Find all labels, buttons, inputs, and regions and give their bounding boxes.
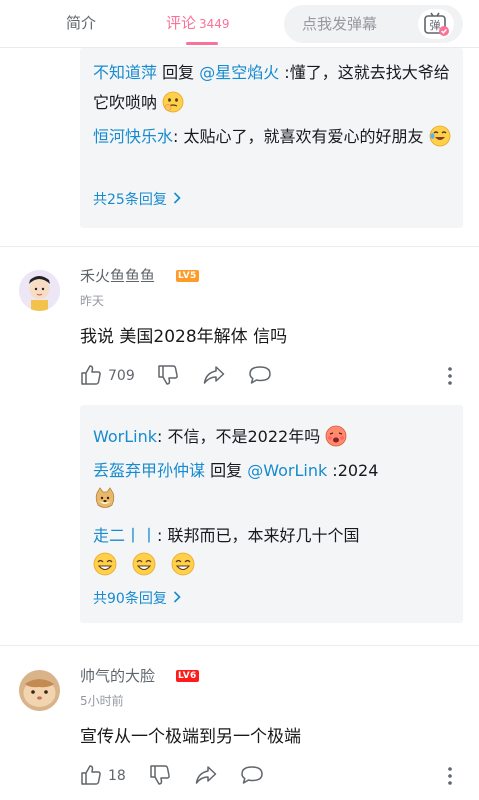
laughing-tears-emoji-icon <box>429 125 450 147</box>
chevron-right-icon <box>173 591 181 603</box>
reply-verb: 回复 <box>157 63 200 82</box>
tab-comments-label: 评论 <box>166 14 197 32</box>
reply-box: WorLink: 不信，不是2022年吗 丢盔弃甲孙仲谋 回复 @WorLink… <box>80 405 463 623</box>
like-count: 709 <box>108 368 135 384</box>
reply-item[interactable]: 恒河快乐水: 太贴心了，就喜欢有爱心的好朋友 <box>93 122 455 152</box>
smiling-emoji-group <box>93 552 195 576</box>
top-tab-bar: 简介 评论 3449 点我发弹幕 弹 <box>0 0 479 48</box>
level-badge: LV6 <box>176 670 199 682</box>
avatar[interactable] <box>19 270 60 311</box>
reply-mention[interactable]: @WorLink <box>247 461 327 480</box>
reply-comment-icon[interactable] <box>240 765 264 785</box>
dislike-icon[interactable] <box>157 364 179 386</box>
danmaku-toggle-button[interactable]: 弹 <box>418 9 454 39</box>
dislike-icon[interactable] <box>149 764 171 786</box>
level-badge-text: LV5 <box>178 271 197 281</box>
reply-item[interactable]: 不知道萍 回复 @星空焰火 :懂了，这就去找大爷给它吹唢呐 <box>93 58 455 118</box>
reply-text: :2024 <box>327 461 379 480</box>
danmaku-toggle-icon: 弹 <box>424 12 449 36</box>
level-badge: LV5 <box>176 270 199 282</box>
comment-time: 5小时前 <box>80 694 124 708</box>
chevron-right-icon <box>173 192 181 204</box>
reply-text: : 太贴心了，就喜欢有爱心的好朋友 <box>173 127 424 146</box>
avatar-image <box>19 270 60 311</box>
comment-time: 昨天 <box>80 294 105 308</box>
active-tab-indicator <box>186 42 218 45</box>
comment-username[interactable]: 禾火鱼鱼鱼 <box>80 266 155 286</box>
reply-username[interactable]: WorLink <box>93 427 157 446</box>
like-icon[interactable] <box>80 364 102 386</box>
reply-text: : 联邦而已，本来好几十个国 <box>157 526 360 545</box>
smiling-emoji-icon <box>93 552 117 576</box>
tab-comments[interactable]: 评论 3449 <box>166 0 230 48</box>
view-more-replies-link[interactable]: 共25条回复 <box>93 190 181 210</box>
reply-username[interactable]: 不知道萍 <box>93 63 157 82</box>
tab-comments-count: 3449 <box>199 17 230 31</box>
danmaku-toggle-glyph: 弹 <box>430 18 441 32</box>
reply-username[interactable]: 恒河快乐水 <box>93 127 173 146</box>
like-icon[interactable] <box>80 764 102 786</box>
more-replies-label: 共25条回复 <box>93 192 167 208</box>
tab-intro[interactable]: 简介 <box>66 0 96 48</box>
comment-username[interactable]: 帅气的大脸 <box>80 666 155 686</box>
avatar-image <box>19 670 60 711</box>
reply-username[interactable]: 走二丨丨 <box>93 526 157 545</box>
more-options-icon[interactable] <box>446 366 454 386</box>
reply-mention[interactable]: @星空焰火 <box>199 63 279 82</box>
view-more-replies-link[interactable]: 共90条回复 <box>93 589 181 609</box>
reply-comment-icon[interactable] <box>248 365 272 385</box>
danmaku-placeholder: 点我发弹幕 <box>302 15 378 33</box>
reply-verb: 回复 <box>205 461 248 480</box>
smiling-emoji-icon <box>171 552 195 576</box>
reply-box: 不知道萍 回复 @星空焰火 :懂了，这就去找大爷给它吹唢呐 恒河快乐水: 太贴心… <box>80 48 463 228</box>
divider <box>0 246 479 247</box>
reply-item[interactable]: 丢盔弃甲孙仲谋 回复 @WorLink :2024 <box>93 456 455 516</box>
like-count: 18 <box>108 768 126 784</box>
share-icon[interactable] <box>203 365 225 385</box>
thinking-emoji-icon <box>162 91 184 113</box>
more-replies-label: 共90条回复 <box>93 591 167 607</box>
reply-item[interactable]: WorLink: 不信，不是2022年吗 <box>93 422 455 452</box>
danmaku-input[interactable]: 点我发弹幕 弹 <box>284 5 463 43</box>
smiling-emoji-icon <box>132 552 156 576</box>
share-icon[interactable] <box>195 765 217 785</box>
comment-text: 宣传从一个极端到另一个极端 <box>80 727 301 747</box>
avatar[interactable] <box>19 670 60 711</box>
reply-username[interactable]: 丢盔弃甲孙仲谋 <box>93 461 205 480</box>
doge-emoji-icon <box>95 487 115 508</box>
more-options-icon[interactable] <box>446 766 454 786</box>
level-badge-text: LV6 <box>178 671 197 681</box>
divider <box>0 645 479 646</box>
blushing-emoji-icon <box>325 425 347 447</box>
comment-text: 我说 美国2028年解体 信吗 <box>80 327 288 347</box>
reply-item[interactable]: 走二丨丨: 联邦而已，本来好几十个国 <box>93 521 455 581</box>
reply-text: : 不信，不是2022年吗 <box>157 427 321 446</box>
tab-intro-label: 简介 <box>66 14 97 32</box>
